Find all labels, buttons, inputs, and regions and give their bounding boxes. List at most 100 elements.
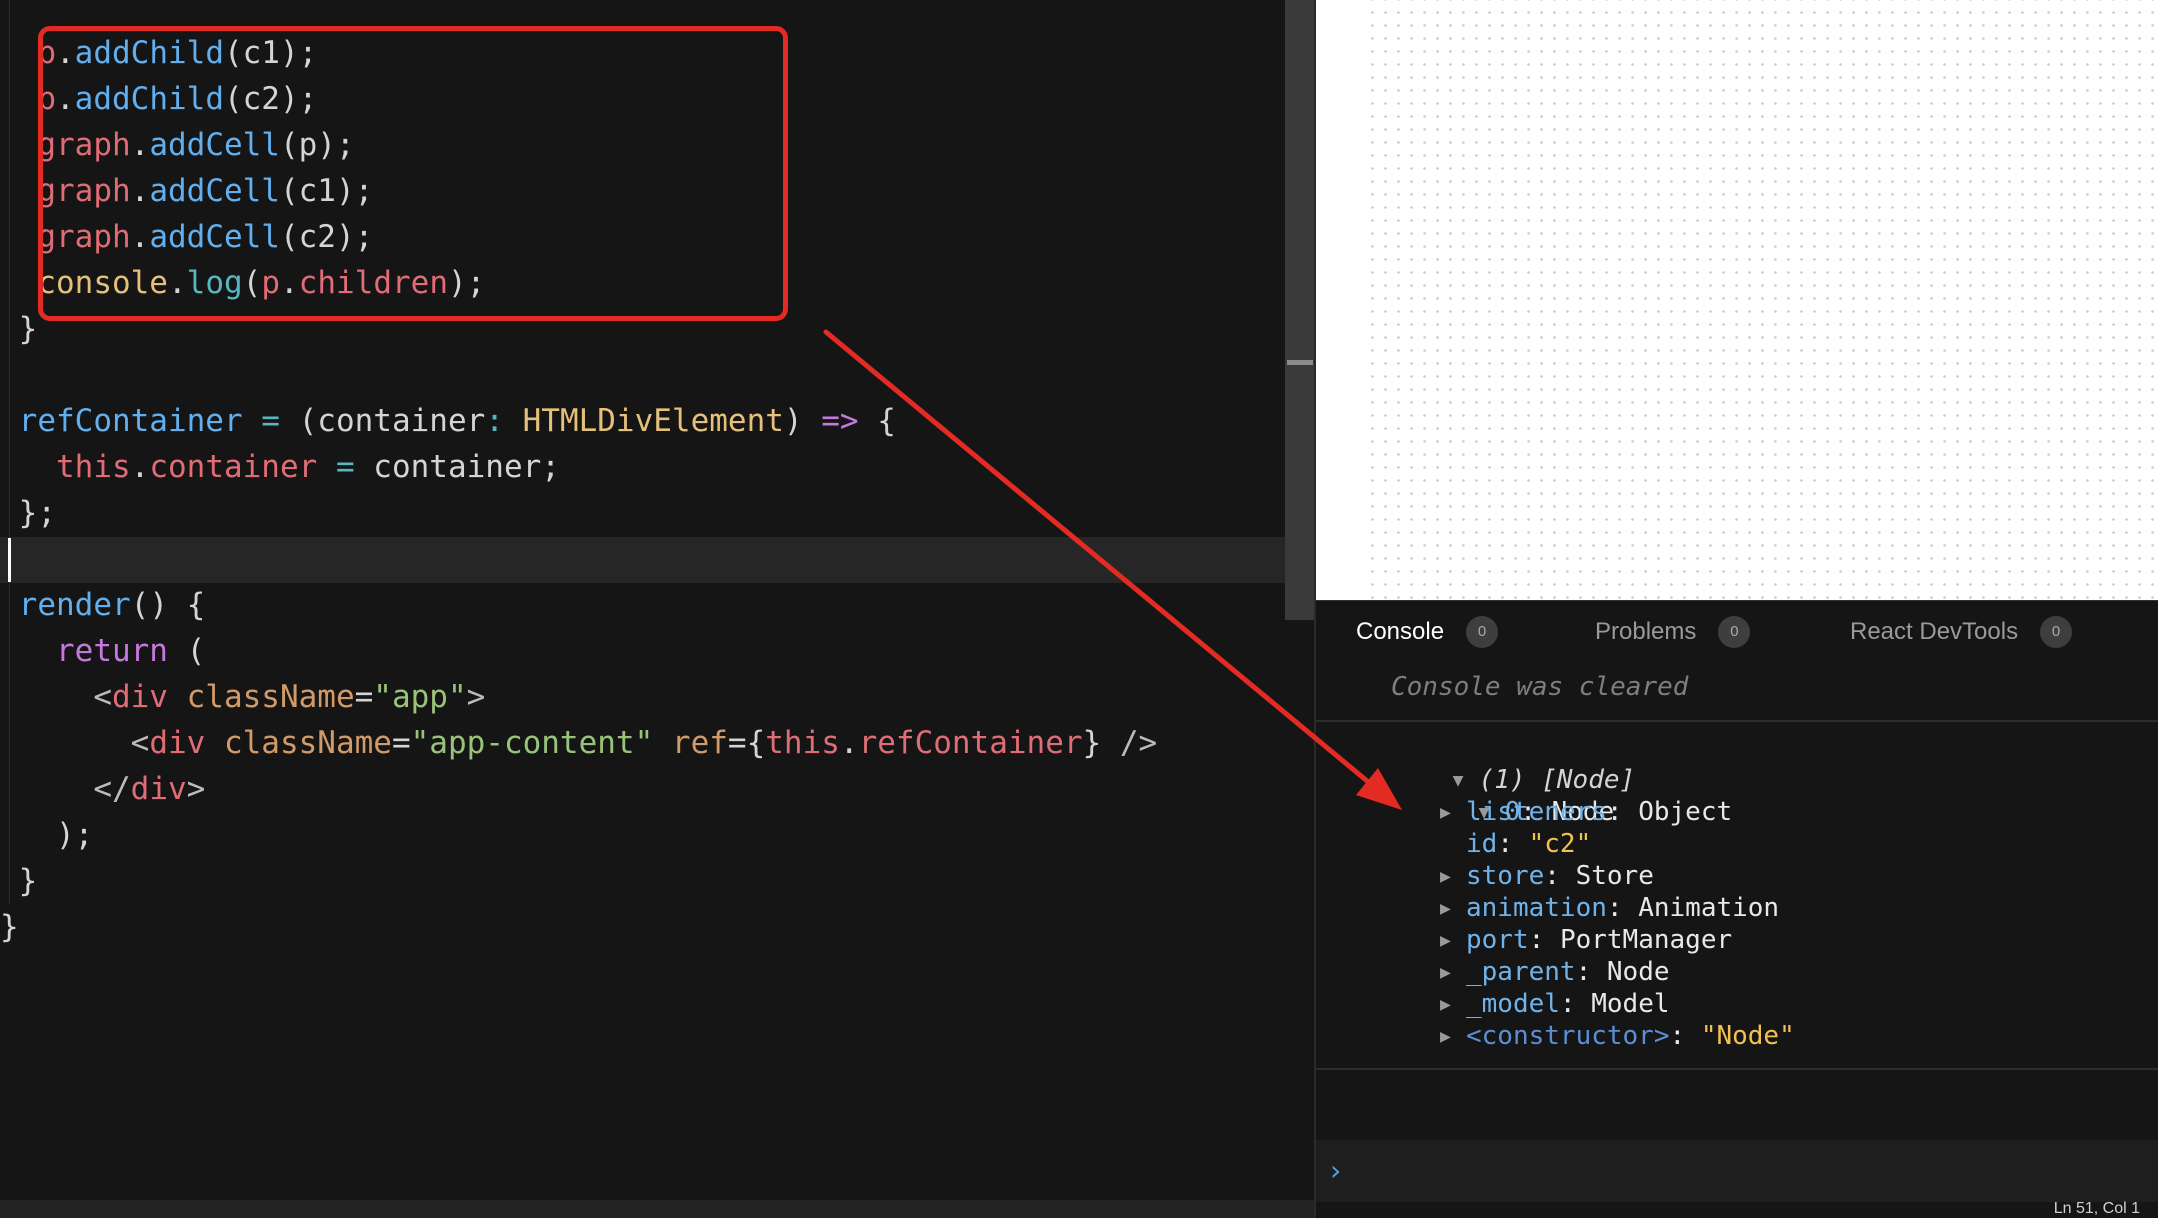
- property-value: Model: [1591, 989, 1670, 1019]
- code-token: div: [149, 725, 206, 761]
- log-array-summary[interactable]: ▼ (1) [Node]: [1390, 732, 1636, 795]
- tab-problems-label: Problems: [1595, 618, 1697, 645]
- code-token: =: [317, 449, 355, 485]
- code-token: }: [0, 863, 38, 899]
- code-line[interactable]: }: [0, 306, 38, 352]
- code-token: <: [0, 725, 150, 761]
- editor-vertical-scrollbar[interactable]: [1285, 0, 1315, 620]
- object-property-row[interactable]: ▶ _parent: Node: [1440, 956, 1670, 988]
- collapsed-triangle-icon[interactable]: ▶: [1440, 893, 1466, 925]
- code-token: ): [783, 403, 803, 439]
- property-key: store: [1466, 861, 1545, 891]
- code-editor[interactable]: p.addChild(c1); p.addChild(c2); graph.ad…: [0, 0, 1315, 1200]
- status-bar: Ln 51, Col 1: [1316, 1200, 2158, 1218]
- object-property-row[interactable]: ▶ <constructor>: "Node": [1440, 1020, 1795, 1052]
- preview-margin: [1316, 0, 1364, 600]
- code-line[interactable]: this.container = container;: [0, 444, 560, 490]
- object-property-row[interactable]: ▶ store: Store: [1440, 860, 1654, 892]
- collapsed-triangle-icon[interactable]: ▶: [1440, 861, 1466, 893]
- code-token: "app-content": [410, 725, 654, 761]
- code-token: }: [0, 909, 19, 945]
- annotation-highlight-box: [38, 26, 788, 321]
- code-token: <: [0, 679, 112, 715]
- tab-problems[interactable]: Problems 0: [1595, 615, 1751, 649]
- property-value: "c2": [1528, 829, 1592, 859]
- object-property-row[interactable]: ▶ _model: Model: [1440, 988, 1670, 1020]
- code-token: refContainer: [858, 725, 1083, 761]
- code-token: (: [167, 633, 206, 669]
- code-token: }: [0, 311, 38, 347]
- code-token: =: [391, 725, 411, 761]
- property-key: animation: [1466, 893, 1607, 923]
- object-property-row[interactable]: ▶ animation: Animation: [1440, 892, 1779, 924]
- code-token: container;: [354, 449, 560, 485]
- collapsed-triangle-icon[interactable]: ▶: [1440, 1021, 1466, 1053]
- property-key: listeners: [1466, 797, 1607, 827]
- code-token: </: [0, 771, 131, 807]
- console-panel: Console 0 Problems 0 React DevTools 0 Co…: [1316, 600, 2158, 1218]
- code-line[interactable]: return (: [0, 628, 205, 674]
- object-property-row: id: "c2": [1440, 828, 1591, 860]
- tab-problems-count-badge: 0: [1718, 616, 1751, 648]
- code-line[interactable]: };: [0, 490, 56, 536]
- code-line[interactable]: <div className="app">: [0, 674, 485, 720]
- code-token: () {: [130, 587, 206, 623]
- code-token: ={: [727, 725, 766, 761]
- cursor-position: Ln 51, Col 1: [2053, 1200, 2140, 1217]
- console-divider: [1316, 720, 2158, 722]
- code-token: (container: [279, 403, 486, 439]
- code-token: return: [0, 633, 168, 669]
- code-token: {: [858, 403, 896, 439]
- current-line-highlight: [0, 537, 1285, 583]
- code-token: :: [485, 403, 504, 439]
- code-token: render: [0, 587, 131, 623]
- code-line[interactable]: render() {: [0, 582, 206, 628]
- collapsed-triangle-icon[interactable]: ▶: [1440, 989, 1466, 1021]
- graph-preview-canvas[interactable]: [1316, 0, 2158, 600]
- property-value: "Node": [1700, 1021, 1795, 1051]
- code-token: HTMLDivElement: [503, 403, 784, 439]
- editor-scrollbar-thumb[interactable]: [1287, 360, 1313, 365]
- collapsed-triangle-icon[interactable]: ▶: [1440, 797, 1466, 829]
- code-token: }: [1082, 725, 1102, 761]
- property-value: Animation: [1638, 893, 1780, 923]
- code-token: >: [466, 679, 486, 715]
- console-input[interactable]: ›: [1316, 1140, 2158, 1202]
- tab-react-devtools-count-badge: 0: [2040, 616, 2073, 648]
- code-token: />: [1101, 725, 1158, 761]
- collapsed-triangle-icon[interactable]: ▶: [1440, 925, 1466, 957]
- code-token: );: [0, 817, 94, 853]
- object-property-row[interactable]: ▶ port: PortManager: [1440, 924, 1732, 956]
- property-value: Store: [1575, 861, 1654, 891]
- property-key: port: [1466, 925, 1529, 955]
- tab-console-label: Console: [1356, 618, 1445, 645]
- tab-react-devtools[interactable]: React DevTools 0: [1850, 615, 2073, 649]
- code-line[interactable]: }: [0, 904, 19, 950]
- code-line[interactable]: }: [0, 858, 38, 904]
- code-token: ref: [653, 725, 728, 761]
- property-key: _model: [1466, 989, 1560, 1019]
- code-token: className: [205, 725, 392, 761]
- code-token: };: [0, 495, 56, 531]
- code-line[interactable]: );: [0, 812, 93, 858]
- code-line[interactable]: <div className="app-content" ref={this.r…: [0, 720, 1158, 766]
- code-token: this: [765, 725, 840, 761]
- code-token: className: [167, 679, 355, 715]
- editor-horizontal-scrollbar[interactable]: [0, 1200, 1315, 1218]
- tab-react-devtools-label: React DevTools: [1850, 618, 2019, 645]
- object-property-row[interactable]: ▶ listeners: Object: [1440, 796, 1732, 828]
- code-token: "app": [373, 679, 467, 715]
- property-key: <constructor>: [1466, 1021, 1670, 1051]
- code-line[interactable]: refContainer = (container: HTMLDivElemen…: [0, 398, 896, 444]
- tab-console[interactable]: Console 0: [1356, 615, 1499, 649]
- tab-console-count-badge: 0: [1466, 616, 1499, 648]
- property-value: PortManager: [1559, 925, 1733, 955]
- console-tab-bar: Console 0 Problems 0 React DevTools 0: [1316, 600, 2158, 661]
- code-line[interactable]: </div>: [0, 766, 205, 812]
- code-token: =>: [802, 403, 859, 439]
- log-array-item[interactable]: ▼ 0: Node: [1416, 764, 1615, 827]
- code-token: container: [149, 449, 318, 485]
- code-token: .: [839, 725, 859, 761]
- code-token: refContainer: [0, 403, 243, 439]
- collapsed-triangle-icon[interactable]: ▶: [1440, 957, 1466, 989]
